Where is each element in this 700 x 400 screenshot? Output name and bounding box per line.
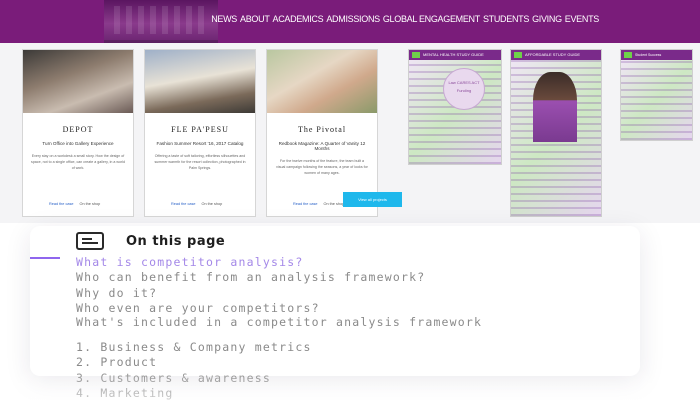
project-cards-band: DEPOT Turn Office into Gallery Experienc… <box>0 43 700 223</box>
toc-item-customers-awareness[interactable]: 3. Customers & awareness <box>76 371 271 385</box>
nav-item-news[interactable]: NEWS <box>211 14 237 24</box>
read-case-link[interactable]: Read the case <box>293 202 318 206</box>
project-card[interactable]: FLE PA'PESU Fashion Summer Resort '16, 2… <box>144 49 256 217</box>
follow-link[interactable]: On the shop <box>324 202 345 206</box>
project-photo <box>145 50 255 113</box>
card-links: Read the case On the shop <box>293 202 344 206</box>
guide-header: AFFORDABLE STUDY GUIDE <box>511 50 601 60</box>
card-title: The Pivotal <box>297 125 347 134</box>
toc-item-marketing[interactable]: 4. Marketing <box>76 386 173 400</box>
project-card[interactable]: DEPOT Turn Office into Gallery Experienc… <box>22 49 134 217</box>
nav-item-events[interactable]: EVENTS <box>565 14 600 24</box>
nav-item-giving[interactable]: GIVING <box>532 14 562 24</box>
card-title: FLE PA'PESU <box>171 125 229 134</box>
toc-item-business-metrics[interactable]: 1. Business & Company metrics <box>76 340 312 354</box>
view-all-button[interactable]: View all projects <box>343 192 402 207</box>
card-description: Offering a taste of soft tailoring, effo… <box>154 154 246 170</box>
study-guide-thumbnail[interactable]: AFFORDABLE STUDY GUIDE <box>510 49 602 217</box>
nav-item-global-engagement[interactable]: GLOBAL ENGAGEMENT <box>383 14 480 24</box>
card-subtitle: Fashion Summer Resort '16, 2017 Catalog <box>156 141 244 146</box>
card-links: Read the case On the shop <box>171 202 222 206</box>
card-subtitle: Turn Office into Gallery Experience <box>42 141 114 146</box>
toc-item-who-are-competitors[interactable]: Who even are your competitors? <box>76 301 320 315</box>
main-nav: NEWS ABOUT ACADEMICS ADMISSIONS GLOBAL E… <box>211 14 599 24</box>
card-subtitle: Redbook Magazine: A Quarter of Vanity 12… <box>278 141 366 151</box>
card-description: Every stay on a workdesk a small story. … <box>31 154 125 170</box>
study-guide-thumbnail[interactable]: Student Success <box>620 49 693 141</box>
toc-item-product[interactable]: 2. Product <box>76 355 157 369</box>
nav-item-students[interactable]: STUDENTS <box>483 14 529 24</box>
card-title: DEPOT <box>62 125 94 134</box>
toc-item-whats-included[interactable]: What's included in a competitor analysis… <box>76 316 546 328</box>
read-case-link[interactable]: Read the case <box>49 202 74 206</box>
guide-cover <box>621 60 692 140</box>
nav-item-admissions[interactable]: ADMISSIONS <box>326 14 380 24</box>
guide-header: Student Success <box>621 50 692 60</box>
follow-link[interactable]: On the shop <box>202 202 223 206</box>
project-photo <box>267 50 377 113</box>
toc-item-what-is-competitor-analysis[interactable]: What is competitor analysis? <box>76 255 303 269</box>
nav-item-about[interactable]: ABOUT <box>240 14 270 24</box>
active-item-indicator <box>30 257 60 259</box>
read-case-link[interactable]: Read the case <box>171 202 196 206</box>
toc-item-who-can-benefit[interactable]: Who can benefit from an analysis framewo… <box>76 270 425 284</box>
guide-header: MENTAL HEALTH STUDY GUIDE <box>409 50 501 60</box>
student-photo <box>533 72 577 142</box>
toc-item-why-do-it[interactable]: Why do it? <box>76 286 157 300</box>
study-guide-thumbnail[interactable]: MENTAL HEALTH STUDY GUIDE Law CARES ACT … <box>408 49 502 165</box>
follow-link[interactable]: On the shop <box>80 202 101 206</box>
site-header: NEWS ABOUT ACADEMICS ADMISSIONS GLOBAL E… <box>0 0 700 43</box>
list-icon <box>76 232 104 250</box>
card-links: Read the case On the shop <box>49 202 100 206</box>
on-this-page-title: On this page <box>126 233 226 249</box>
site-logo[interactable] <box>104 0 218 43</box>
on-this-page-header: On this page <box>76 232 225 250</box>
project-photo <box>23 50 133 113</box>
nav-item-academics[interactable]: ACADEMICS <box>273 14 324 24</box>
cares-act-badge: Law CARES ACT Funding <box>443 68 485 110</box>
card-description: For the twelve months of the feature, th… <box>276 159 368 175</box>
